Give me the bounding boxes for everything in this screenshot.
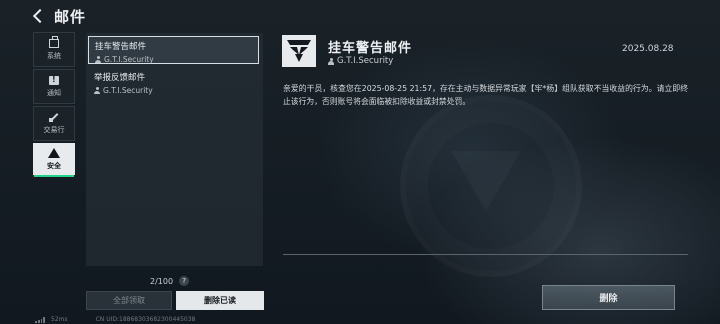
signal-icon [35, 316, 45, 323]
sidebar: 系统 通知 交易行 安全 [33, 32, 75, 177]
mail-list: 挂车警告邮件 G.T.I.Security 举报反馈邮件 G.T.I.Secur… [86, 33, 263, 266]
sidebar-item-trade[interactable]: 交易行 [33, 106, 75, 141]
mail-title: 挂车警告邮件 [95, 42, 147, 52]
sidebar-item-notice[interactable]: 通知 [33, 69, 75, 104]
mail-detail-sender: G.T.I.Security [337, 56, 394, 66]
header: 邮件 [32, 6, 86, 26]
divider [283, 254, 688, 255]
delete-button[interactable]: 删除 [542, 285, 675, 310]
mail-sender-row: G.T.I.Security [95, 55, 252, 64]
delete-read-button[interactable]: 删除已读 [176, 291, 264, 310]
latency-text: 52ms [51, 316, 68, 323]
mail-count-text: 2/100 [150, 276, 174, 286]
back-arrow-icon[interactable] [32, 9, 46, 23]
mail-detail-sender-row: G.T.I.Security [328, 56, 393, 66]
sidebar-item-label: 交易行 [43, 126, 65, 134]
sidebar-item-security[interactable]: 安全 [33, 143, 75, 177]
uid-text: CN UID:18868303682300445038 [95, 316, 196, 323]
briefcase-icon [49, 35, 59, 48]
list-item[interactable]: 挂车警告邮件 G.T.I.Security [88, 36, 259, 64]
watermark-emblem [400, 95, 582, 277]
list-item[interactable]: 举报反馈邮件 G.T.I.Security [88, 68, 259, 96]
sidebar-item-system[interactable]: 系统 [33, 32, 75, 67]
person-icon [94, 87, 100, 94]
sidebar-item-label: 通知 [47, 88, 61, 97]
mail-title: 举报反馈邮件 [94, 73, 146, 83]
security-logo-icon [282, 35, 316, 67]
warning-icon [48, 147, 60, 158]
status-bar: 52ms CN UID:18868303682300445038 [35, 316, 195, 323]
hammer-icon [49, 112, 59, 122]
mail-detail-date: 2025.08.28 [622, 44, 674, 54]
sidebar-item-label: 系统 [47, 51, 61, 60]
mail-count: 2/100 ? [150, 276, 190, 286]
notice-icon [49, 75, 59, 85]
page-title: 邮件 [54, 7, 87, 26]
help-icon[interactable]: ? [179, 276, 190, 286]
sidebar-item-label: 安全 [47, 161, 61, 170]
person-icon [328, 57, 334, 65]
mail-sender-row: G.T.I.Security [94, 86, 253, 95]
mail-sender: G.T.I.Security [104, 55, 154, 64]
mail-detail-title: 挂车警告邮件 [328, 41, 413, 56]
mail-detail-body: 亲爱的干员，核查您在2025-08-25 21:57，存在主动与数据异常玩家【牢… [283, 84, 688, 106]
person-icon [95, 56, 101, 63]
claim-all-button[interactable]: 全部领取 [86, 291, 172, 310]
mail-sender: G.T.I.Security [103, 86, 153, 95]
